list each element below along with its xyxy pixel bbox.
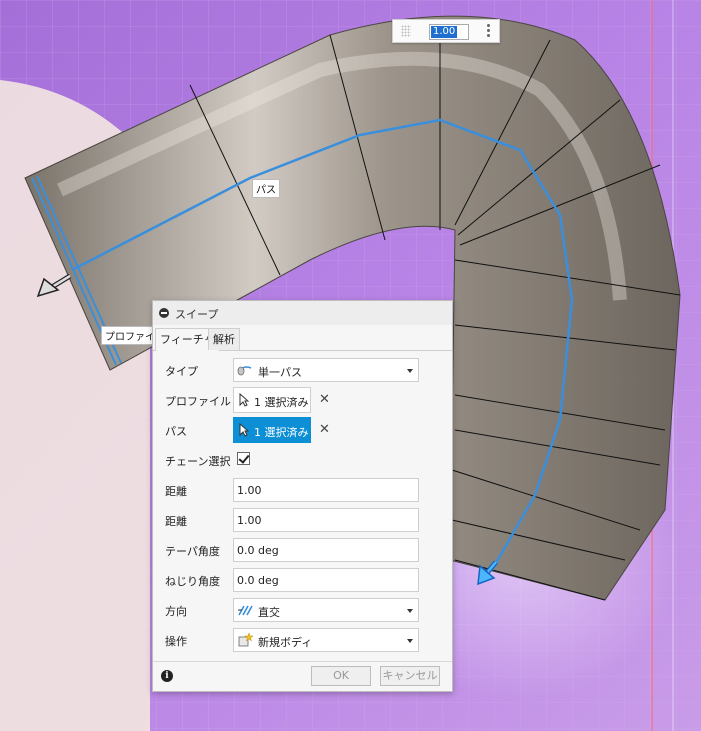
dialog-footer: i OK キャンセル bbox=[153, 661, 452, 692]
distance1-label: 距離 bbox=[165, 485, 187, 498]
tab-analysis[interactable]: 解析 bbox=[208, 328, 240, 350]
path-row: パス 1 選択済み ✕ bbox=[153, 416, 452, 444]
single-path-icon bbox=[237, 366, 252, 376]
profile-select-button[interactable]: 1 選択済み bbox=[233, 387, 311, 413]
twist-input[interactable]: 0.0 deg bbox=[233, 568, 419, 592]
more-options-icon[interactable] bbox=[487, 24, 490, 38]
info-icon[interactable]: i bbox=[161, 670, 173, 682]
ok-button[interactable]: OK bbox=[311, 666, 371, 686]
profile-row: プロファイル 1 選択済み ✕ bbox=[153, 386, 452, 414]
distance2-label: 距離 bbox=[165, 515, 187, 528]
taper-row: テーパ角度 0.0 deg bbox=[153, 536, 452, 564]
perpendicular-icon bbox=[238, 605, 253, 616]
drag-grip-icon[interactable] bbox=[401, 25, 411, 37]
type-value: 単一パス bbox=[258, 366, 302, 379]
orientation-row: 方向 直交 bbox=[153, 596, 452, 624]
twist-row: ねじり角度 0.0 deg bbox=[153, 566, 452, 594]
chevron-down-icon bbox=[407, 639, 413, 643]
twist-value: 0.0 deg bbox=[237, 574, 279, 587]
collapse-icon[interactable] bbox=[159, 308, 169, 318]
distance-value-text: 1.00 bbox=[431, 26, 458, 38]
chevron-down-icon bbox=[407, 369, 413, 373]
operation-row: 操作 新規ボディ bbox=[153, 626, 452, 654]
chain-row: チェーン選択 bbox=[153, 446, 452, 474]
taper-label: テーパ角度 bbox=[165, 545, 220, 558]
cursor-arrow-icon bbox=[239, 423, 249, 437]
path-tag: パス bbox=[252, 179, 280, 198]
cursor-arrow-icon bbox=[239, 393, 249, 407]
type-label: タイプ bbox=[165, 365, 198, 378]
path-value: 1 選択済み bbox=[254, 426, 309, 439]
distance2-input[interactable]: 1.00 bbox=[233, 508, 419, 532]
distance2-value: 1.00 bbox=[237, 514, 262, 527]
profile-label: プロファイル bbox=[165, 395, 231, 408]
distance1-input[interactable]: 1.00 bbox=[233, 478, 419, 502]
orientation-dropdown[interactable]: 直交 bbox=[233, 598, 419, 622]
operation-dropdown[interactable]: 新規ボディ bbox=[233, 628, 419, 652]
distance1-row: 距離 1.00 bbox=[153, 476, 452, 504]
operation-value: 新規ボディ bbox=[258, 636, 313, 649]
type-dropdown[interactable]: 単一パス bbox=[233, 358, 419, 382]
sweep-dialog: スイープ フィーチャ 解析 タイプ 単一パス プロファイル 1 選択済み ✕ パ… bbox=[152, 300, 453, 692]
distance-value-input[interactable]: 1.00 bbox=[429, 24, 469, 40]
type-row: タイプ 単一パス bbox=[153, 356, 452, 384]
orientation-label: 方向 bbox=[165, 605, 187, 618]
cancel-button[interactable]: キャンセル bbox=[380, 666, 440, 686]
twist-label: ねじり角度 bbox=[165, 575, 220, 588]
path-select-button[interactable]: 1 選択済み bbox=[233, 417, 311, 443]
profile-clear-icon[interactable]: ✕ bbox=[319, 392, 330, 407]
distance-value-input-box[interactable]: 1.00 bbox=[392, 19, 500, 43]
path-label: パス bbox=[165, 425, 187, 438]
dialog-header[interactable]: スイープ bbox=[153, 301, 452, 325]
chain-label: チェーン選択 bbox=[165, 455, 231, 468]
distance1-value: 1.00 bbox=[237, 484, 262, 497]
chain-checkbox[interactable] bbox=[237, 452, 250, 465]
operation-label: 操作 bbox=[165, 635, 187, 648]
path-clear-icon[interactable]: ✕ bbox=[319, 422, 330, 437]
chevron-down-icon bbox=[407, 609, 413, 613]
profile-value: 1 選択済み bbox=[254, 396, 309, 409]
new-body-icon bbox=[238, 633, 253, 647]
orientation-value: 直交 bbox=[258, 606, 280, 619]
dialog-title: スイープ bbox=[175, 308, 219, 321]
distance2-row: 距離 1.00 bbox=[153, 506, 452, 534]
dialog-tabs: フィーチャ 解析 bbox=[153, 326, 452, 351]
taper-input[interactable]: 0.0 deg bbox=[233, 538, 419, 562]
taper-value: 0.0 deg bbox=[237, 544, 279, 557]
